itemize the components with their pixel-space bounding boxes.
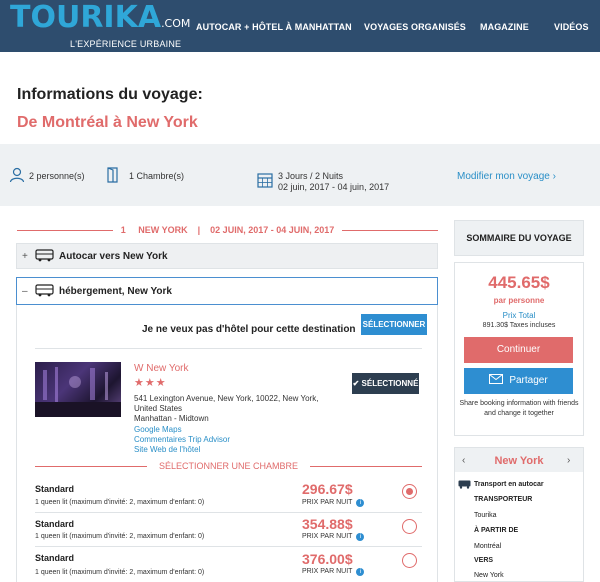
detail-carrier-label: TRANSPORTEUR [474, 496, 533, 503]
room-heading: SÉLECTIONNER UNE CHAMBRE [35, 461, 422, 471]
room-heading-text: SÉLECTIONNER UNE CHAMBRE [158, 461, 299, 471]
trip-duration: 3 Jours / 2 Nuits [278, 171, 344, 181]
chevron-right-icon[interactable]: › [567, 455, 570, 466]
room-price: 376.00$ [302, 551, 353, 567]
collapse-minus-icon[interactable]: – [22, 286, 28, 297]
nav-videos[interactable]: VIDÉOS [554, 22, 589, 32]
hotel-photo-lights [35, 367, 121, 417]
bus-icon [35, 284, 54, 297]
nav-voyages-organises[interactable]: VOYAGES ORGANISÉS [364, 22, 466, 32]
detail-transport-title: Transport en autocar [474, 481, 544, 488]
hotel-neighborhood: Manhattan - Midtown [134, 414, 209, 423]
chevron-right-icon: › [552, 171, 556, 182]
modify-trip-label: Modifier mon voyage [457, 171, 550, 182]
info-icon[interactable]: i [356, 499, 365, 507]
price-per-night-label: PRIX PAR NUIT [302, 568, 353, 575]
google-maps-link[interactable]: Google Maps [134, 425, 182, 435]
room-price: 296.67$ [302, 481, 353, 497]
itinerary-heading-text: 1 NEW YORK | 02 JUIN, 2017 - 04 JUIN, 20… [17, 225, 438, 235]
accordion-autocar-label: Autocar vers New York [59, 251, 168, 262]
door-icon [107, 167, 118, 183]
itinerary-separator: | [197, 225, 201, 235]
hotel-selected-label: SÉLECTIONNÉ [361, 379, 419, 388]
page-title: Informations du voyage: [17, 86, 203, 103]
bus-icon [35, 249, 54, 262]
no-hotel-label: Je ne veux pas d'hôtel pour cette destin… [142, 324, 356, 335]
hotel-name[interactable]: W New York [134, 363, 188, 374]
itinerary-dates: 02 JUIN, 2017 - 04 JUIN, 2017 [210, 225, 335, 235]
modify-trip-link[interactable]: Modifier mon voyage › [457, 171, 556, 182]
bus-icon [458, 480, 471, 489]
rooms-count: 1 Chambre(s) [129, 171, 185, 181]
calendar-icon [257, 173, 273, 188]
share-label: Partager [509, 375, 548, 386]
logo-com: .COM [161, 17, 191, 30]
hotel-website-link[interactable]: Site Web de l'hôtel [134, 445, 200, 455]
expand-plus-icon[interactable]: + [22, 251, 28, 262]
summary-total-label: Prix Total [502, 311, 536, 320]
share-note: Share booking information with friends a… [459, 400, 579, 417]
detail-from: Montréal [474, 543, 502, 550]
room-radio-selected[interactable] [402, 484, 417, 499]
persons-icon [9, 167, 25, 183]
summary-per-person: par personne [493, 296, 545, 305]
summary-total-value: 891.30$ Taxes incluses [482, 322, 556, 329]
divider [35, 546, 422, 547]
logo-text: TOURIKA [10, 0, 162, 35]
continue-button[interactable]: Continuer [464, 337, 573, 363]
room-description: 1 queen lit (maximum d'invité: 2, maximu… [35, 533, 205, 540]
room-name: Standard [35, 484, 75, 494]
detail-to: New York [474, 572, 504, 579]
divider [35, 512, 422, 513]
logo[interactable]: TOURIKA.COM L'EXPÉRIENCE URBAINE [10, 0, 191, 50]
room-description: 1 queen lit (maximum d'invité: 2, maximu… [35, 569, 205, 576]
info-icon[interactable]: i [356, 533, 365, 541]
price-per-night: PRIX PAR NUIT i [302, 533, 365, 541]
itinerary-step: 1 [120, 225, 126, 235]
logo-tagline: L'EXPÉRIENCE URBAINE [70, 39, 182, 49]
detail-city: New York [494, 455, 544, 467]
trip-advisor-link[interactable]: Commentaires Trip Advisor [134, 435, 230, 445]
no-hotel-select-button[interactable]: SÉLECTIONNER › [361, 314, 427, 350]
room-description: 1 queen lit (maximum d'invité: 2, maximu… [35, 499, 205, 506]
hotel-photo[interactable] [35, 362, 121, 417]
route-title: De Montréal à New York [17, 114, 198, 131]
room-radio[interactable] [402, 553, 417, 568]
price-per-night-label: PRIX PAR NUIT [302, 499, 353, 506]
nav-autocar-hotel[interactable]: AUTOCAR + HÔTEL À MANHATTAN [196, 22, 352, 32]
envelope-icon [489, 374, 504, 384]
detail-carrier: Tourika [474, 512, 497, 519]
room-radio[interactable] [402, 519, 417, 534]
divider [35, 348, 422, 349]
price-per-night-label: PRIX PAR NUIT [302, 533, 353, 540]
trip-dates: 02 juin, 2017 - 04 juin, 2017 [278, 182, 390, 192]
price-per-night: PRIX PAR NUIT i [302, 568, 365, 576]
detail-from-label: À PARTIR DE [474, 527, 519, 534]
hotel-address-line2: United States [134, 404, 183, 413]
room-name: Standard [35, 519, 75, 529]
room-price: 354.88$ [302, 516, 353, 532]
persons-count: 2 personne(s) [29, 171, 85, 181]
detail-to-label: VERS [474, 557, 494, 564]
room-name: Standard [35, 553, 75, 563]
info-icon[interactable]: i [356, 568, 365, 576]
summary-price: 445.65$ [488, 273, 550, 292]
itinerary-heading: 1 NEW YORK | 02 JUIN, 2017 - 04 JUIN, 20… [17, 225, 438, 235]
nav-magazine[interactable]: MAGAZINE [480, 22, 529, 32]
hotel-stars: ★★★ [134, 377, 167, 389]
no-hotel-select-label: SÉLECTIONNER [362, 320, 426, 329]
hotel-selected-button[interactable]: ✔ SÉLECTIONNÉ [352, 373, 419, 394]
summary-heading: SOMMAIRE DU VOYAGE [454, 220, 584, 256]
price-per-night: PRIX PAR NUIT i [302, 499, 365, 507]
share-button[interactable]: Partager [464, 368, 573, 394]
top-nav-bar: TOURIKA.COM L'EXPÉRIENCE URBAINE AUTOCAR… [0, 0, 600, 52]
accordion-hebergement-label: hébergement, New York [59, 286, 172, 297]
check-icon: ✔ [352, 379, 360, 388]
hotel-address-line1: 541 Lexington Avenue, New York, 10022, N… [134, 394, 319, 403]
itinerary-city: NEW YORK [138, 225, 188, 235]
